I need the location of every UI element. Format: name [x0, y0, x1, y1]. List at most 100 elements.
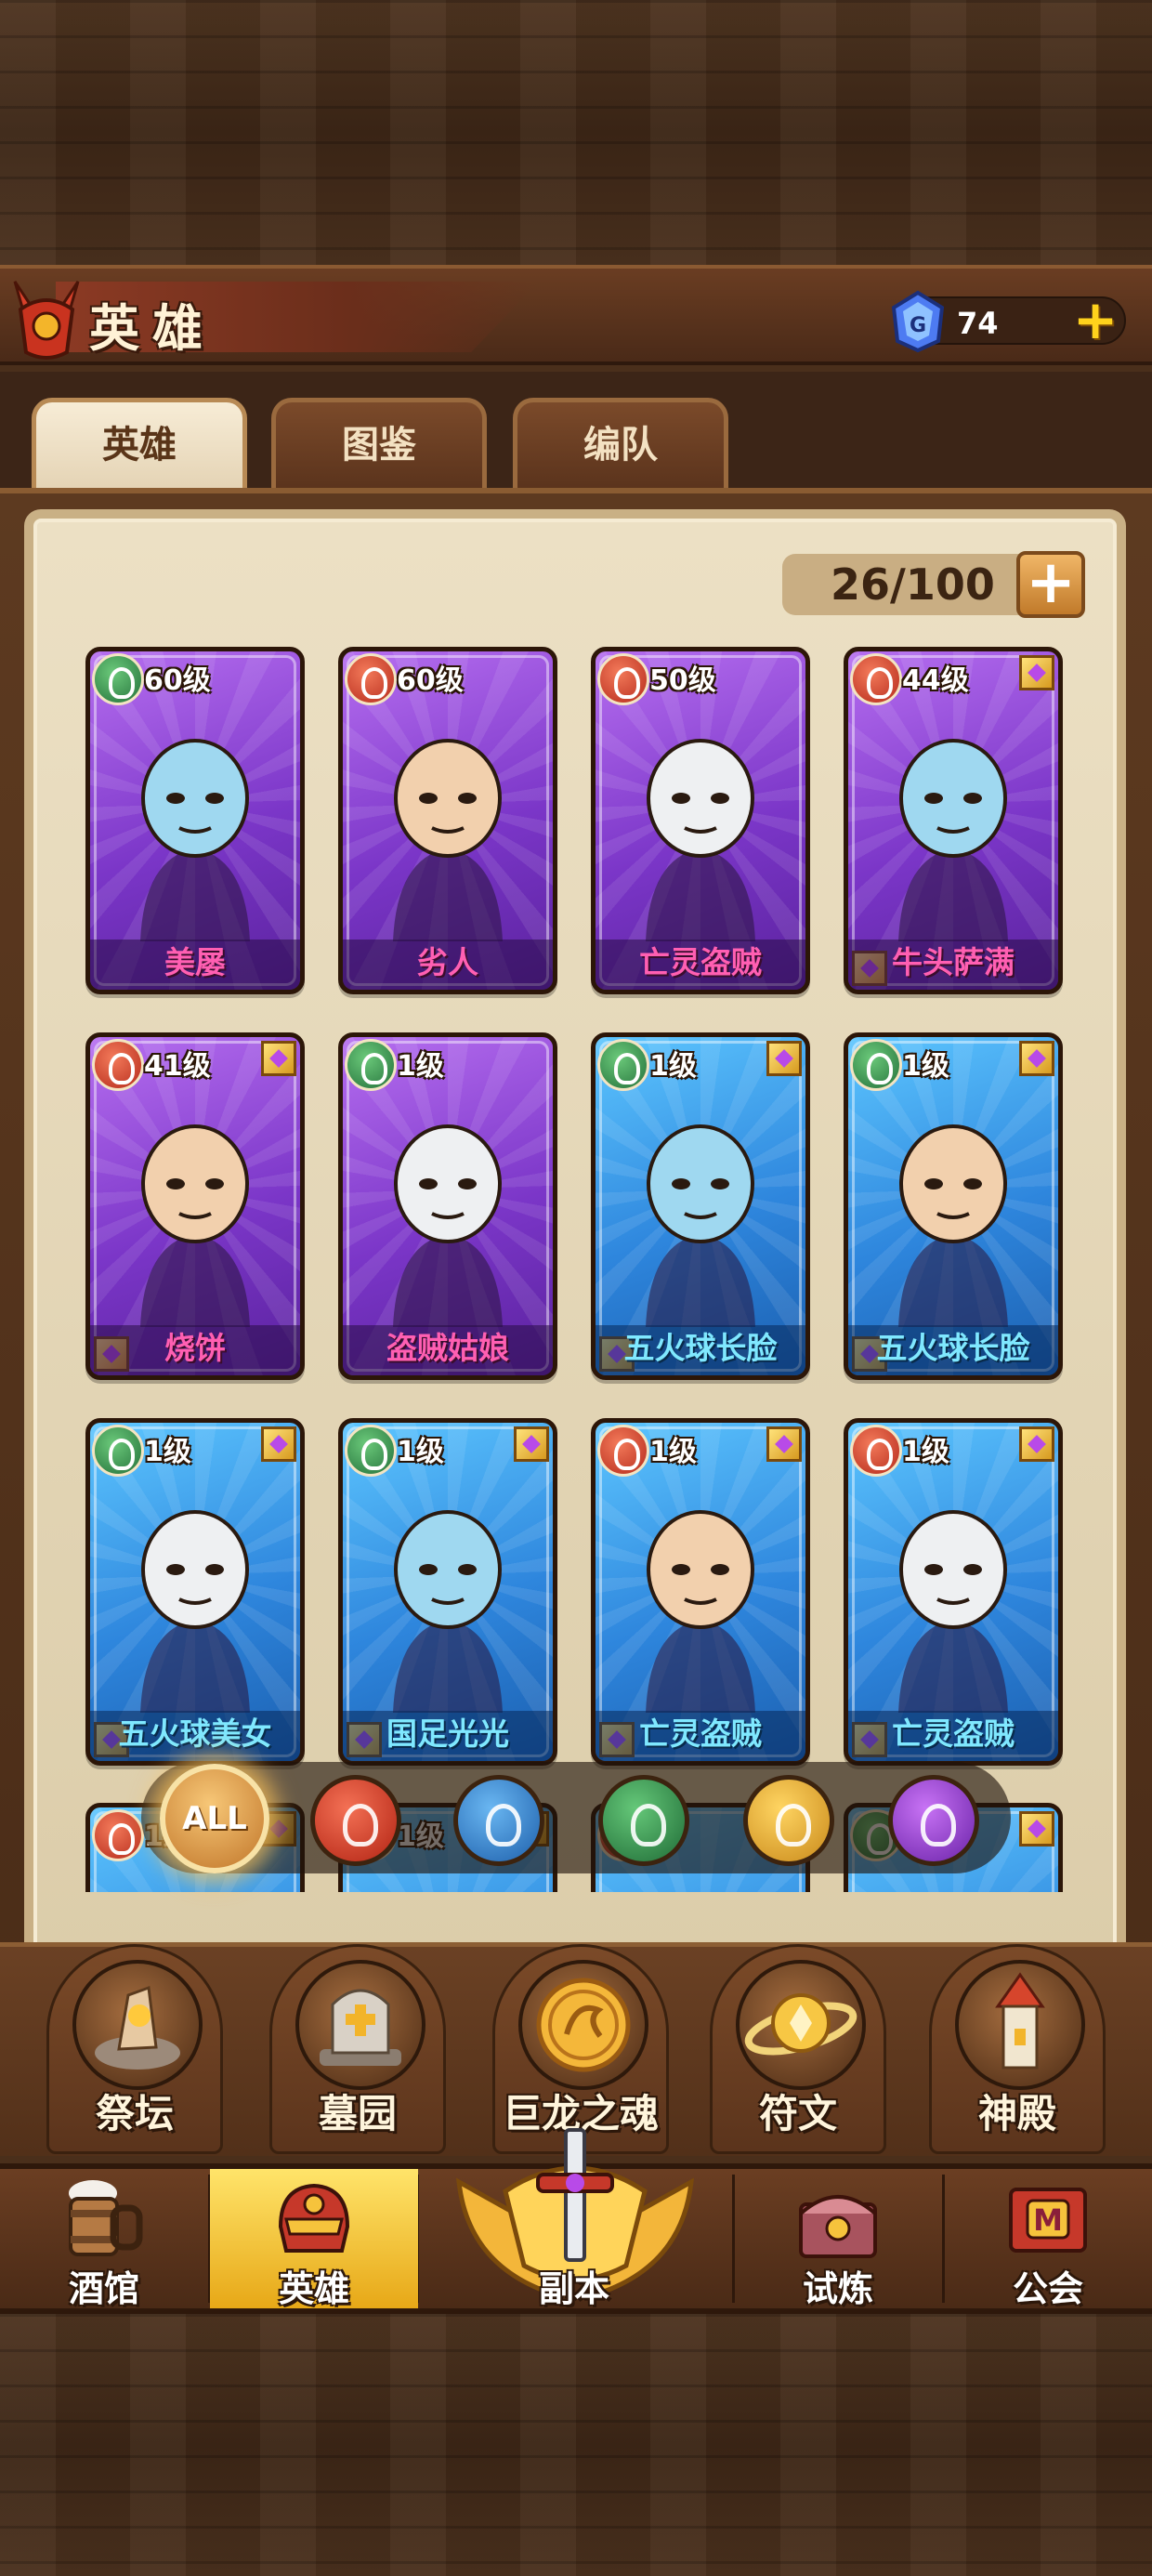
- feature-temple[interactable]: 神殿: [929, 1944, 1106, 2154]
- hero-name: 五火球长脸: [596, 1325, 805, 1375]
- filter-dark-icon[interactable]: [888, 1775, 979, 1866]
- hero-helmet-icon: [278, 2183, 350, 2253]
- header-bar: 英雄 G 74 +: [0, 265, 1152, 365]
- card-frame: [599, 655, 802, 986]
- gem-icon: G: [891, 290, 945, 353]
- rune-planet-icon: [736, 1960, 866, 2090]
- feature-dragon-soul[interactable]: 巨龙之魂: [492, 1944, 669, 2154]
- hero-capacity: 26/100 +: [782, 551, 1085, 618]
- hero-card[interactable]: 1级 五火球美女: [85, 1418, 305, 1766]
- guild-banner-icon: M: [1009, 2188, 1087, 2253]
- filter-nature-icon[interactable]: [598, 1775, 689, 1866]
- rune-slot-icon: [766, 1041, 802, 1076]
- rune-slot-icon: [766, 1426, 802, 1462]
- hero-level: 1级: [902, 1050, 949, 1083]
- card-frame: [852, 655, 1054, 986]
- card-frame: [94, 655, 296, 986]
- feature-label: 神殿: [977, 2091, 1056, 2136]
- horned-helmet-icon: [13, 281, 80, 360]
- gem-value: 74: [957, 306, 999, 341]
- card-frame: [599, 1041, 802, 1372]
- altar-icon: [72, 1960, 203, 2090]
- hero-card[interactable]: 60级劣人: [338, 647, 557, 994]
- hero-level: 1级: [144, 1436, 191, 1468]
- fire-faction-icon: [345, 653, 397, 705]
- hero-card[interactable]: 1级 盗贼姑娘: [338, 1032, 557, 1380]
- feature-label: 祭坛: [95, 2091, 174, 2136]
- card-frame: [599, 1426, 802, 1757]
- fire-faction-icon: [597, 653, 649, 705]
- hero-level: 41级: [144, 1050, 211, 1083]
- tavern-icon: [69, 2180, 143, 2256]
- tab-heroes[interactable]: 英雄: [32, 398, 247, 491]
- hero-name: 美屡: [90, 940, 300, 990]
- tab-formation[interactable]: 编队: [513, 398, 728, 491]
- hero-level: 1级: [397, 1436, 444, 1468]
- fire-faction-icon: [92, 1809, 144, 1861]
- feature-label: 墓园: [318, 2091, 397, 2136]
- hero-level: 60级: [397, 664, 464, 697]
- nav-tavern[interactable]: 酒馆: [0, 2169, 208, 2309]
- nav-guild[interactable]: M 公会: [944, 2169, 1152, 2309]
- hero-name: 亡灵盗贼: [848, 1711, 1058, 1761]
- hero-level: 60级: [144, 664, 211, 697]
- card-frame: [347, 1426, 549, 1757]
- tab-collection[interactable]: 图鉴: [271, 398, 487, 491]
- feature-altar[interactable]: 祭坛: [46, 1944, 223, 2154]
- hero-card[interactable]: 44级 牛头萨满: [844, 647, 1063, 994]
- svg-text:M: M: [1033, 2202, 1063, 2238]
- feature-label: 符文: [758, 2091, 837, 2136]
- gem-counter: G 74 +: [891, 290, 1126, 353]
- hero-level: 1级: [649, 1436, 697, 1468]
- filter-fire-icon[interactable]: [310, 1775, 401, 1866]
- card-frame: [94, 1041, 296, 1372]
- capacity-add-button[interactable]: +: [1016, 551, 1085, 618]
- tab-bar: 英雄 图鉴 编队: [0, 372, 1152, 493]
- hero-card[interactable]: 1级亡灵盗贼: [844, 1418, 1063, 1766]
- rune-slot-icon: [514, 1426, 549, 1462]
- dragon-coin-icon: [518, 1960, 648, 2090]
- nature-faction-icon: [345, 1039, 397, 1091]
- rune-slot-icon: [1019, 1426, 1054, 1462]
- hero-card[interactable]: 1级五火球长脸: [844, 1032, 1063, 1380]
- wood-background-bottom: [0, 2314, 1152, 2576]
- rune-slot-icon: [261, 1426, 296, 1462]
- gem-add-button[interactable]: +: [1072, 293, 1119, 347]
- hero-card[interactable]: 1级国足光光: [338, 1418, 557, 1766]
- trial-chest-icon: [799, 2195, 877, 2258]
- hero-card[interactable]: 41级 烧饼: [85, 1032, 305, 1380]
- hero-level: 50级: [649, 664, 716, 697]
- fire-faction-icon: [92, 1039, 144, 1091]
- hero-name: 国足光光: [343, 1711, 553, 1761]
- fire-faction-icon: [850, 653, 902, 705]
- nav-label: 试炼: [802, 2268, 873, 2309]
- feature-rune[interactable]: 符文: [710, 1944, 886, 2154]
- filter-all-button[interactable]: ALL: [160, 1764, 269, 1873]
- hero-level: 1级: [397, 1050, 444, 1083]
- hero-card[interactable]: 60级美屡: [85, 647, 305, 994]
- hero-name: 牛头萨满: [848, 940, 1058, 990]
- hero-level: 1级: [902, 1436, 949, 1468]
- hero-name: 劣人: [343, 940, 553, 990]
- hero-name: 亡灵盗贼: [596, 1711, 805, 1761]
- nature-faction-icon: [92, 1425, 144, 1477]
- hero-name: 亡灵盗贼: [596, 940, 805, 990]
- rune-slot-icon: [1019, 1041, 1054, 1076]
- fire-faction-icon: [850, 1425, 902, 1477]
- nav-dungeon[interactable]: 副本: [418, 2169, 730, 2309]
- hero-card[interactable]: 1级 五火球长脸: [591, 1032, 810, 1380]
- temple-tower-icon: [955, 1960, 1085, 2090]
- filter-water-icon[interactable]: [453, 1775, 544, 1866]
- feature-graveyard[interactable]: 墓园: [269, 1944, 446, 2154]
- card-frame: [347, 1041, 549, 1372]
- filter-light-icon[interactable]: [743, 1775, 834, 1866]
- nature-faction-icon: [850, 1039, 902, 1091]
- wood-background-top: [0, 0, 1152, 265]
- tombstone-icon: [295, 1960, 425, 2090]
- rune-slot-icon: [1019, 1811, 1054, 1847]
- nav-heroes[interactable]: 英雄: [210, 2169, 418, 2309]
- nav-trial[interactable]: 试炼: [734, 2169, 942, 2309]
- hero-card[interactable]: 50级亡灵盗贼: [591, 647, 810, 994]
- hero-name: 五火球长脸: [848, 1325, 1058, 1375]
- hero-card[interactable]: 1级亡灵盗贼: [591, 1418, 810, 1766]
